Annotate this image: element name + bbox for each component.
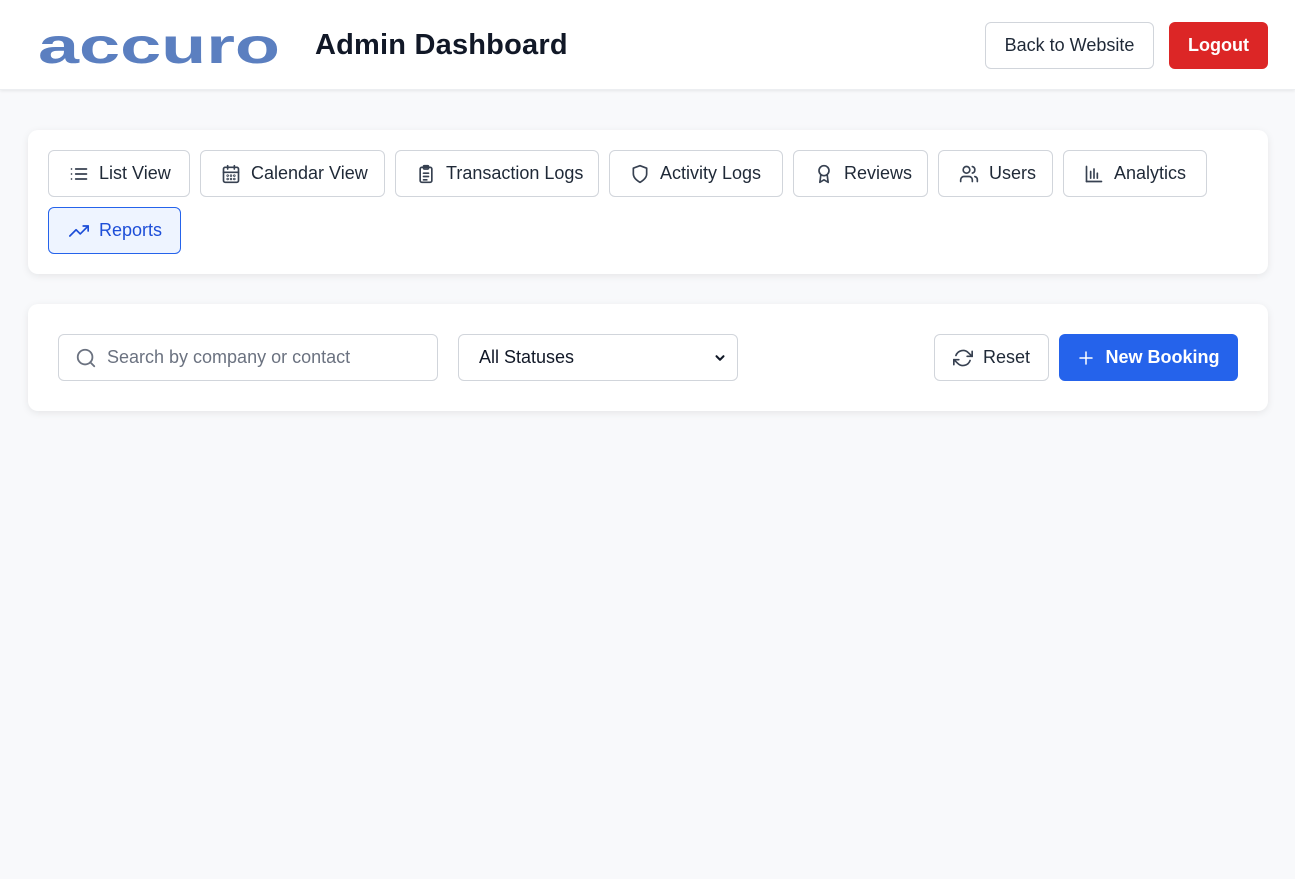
tab-users[interactable]: Users bbox=[938, 150, 1053, 197]
tab-calendar-view[interactable]: Calendar View bbox=[200, 150, 385, 197]
top-header: accuro Admin Dashboard Back to Website L… bbox=[0, 0, 1295, 90]
bar-chart-icon bbox=[1084, 164, 1104, 184]
chevron-down-icon bbox=[715, 355, 725, 361]
list-icon bbox=[69, 164, 89, 184]
tab-label: Reports bbox=[99, 220, 163, 240]
view-tabs-panel: List View Calendar View Transaction Logs… bbox=[28, 130, 1268, 274]
tab-label: Activity Logs bbox=[660, 163, 762, 183]
refresh-icon bbox=[952, 349, 973, 366]
shield-icon bbox=[630, 164, 650, 184]
tab-label: List View bbox=[99, 163, 171, 183]
search-input[interactable] bbox=[107, 335, 427, 380]
users-icon bbox=[959, 164, 979, 184]
tab-label: Reviews bbox=[844, 163, 913, 183]
reset-button[interactable]: Reset bbox=[934, 334, 1049, 381]
calendar-icon bbox=[221, 164, 241, 184]
new-booking-button[interactable]: New Booking bbox=[1059, 334, 1238, 381]
tab-transaction-logs[interactable]: Transaction Logs bbox=[395, 150, 599, 197]
search-box[interactable] bbox=[58, 334, 438, 381]
status-select-value: All Statuses bbox=[479, 347, 575, 367]
svg-text:accuro: accuro bbox=[38, 26, 280, 66]
tab-list-view[interactable]: List View bbox=[48, 150, 190, 197]
new-booking-label: New Booking bbox=[1105, 347, 1220, 367]
search-icon bbox=[76, 348, 96, 368]
status-select[interactable]: All Statuses bbox=[458, 334, 738, 381]
clipboard-icon bbox=[416, 164, 436, 184]
tab-label: Users bbox=[989, 163, 1037, 183]
tab-analytics[interactable]: Analytics bbox=[1063, 150, 1207, 197]
trending-up-icon bbox=[69, 221, 89, 241]
back-to-website-button[interactable]: Back to Website bbox=[985, 22, 1154, 69]
tab-label: Transaction Logs bbox=[446, 163, 584, 183]
reset-label: Reset bbox=[982, 347, 1031, 367]
award-icon bbox=[814, 164, 834, 184]
plus-icon bbox=[1079, 350, 1094, 365]
tab-reviews[interactable]: Reviews bbox=[793, 150, 928, 197]
logout-button[interactable]: Logout bbox=[1169, 22, 1268, 69]
tab-label: Calendar View bbox=[251, 163, 368, 183]
filter-panel: All Statuses Reset New Booking bbox=[28, 304, 1268, 411]
accuro-logo: accuro bbox=[38, 26, 280, 66]
page-title: Admin Dashboard bbox=[315, 29, 568, 61]
tab-activity-logs[interactable]: Activity Logs bbox=[609, 150, 783, 197]
tab-reports[interactable]: Reports bbox=[48, 207, 181, 254]
tab-label: Analytics bbox=[1114, 163, 1187, 183]
